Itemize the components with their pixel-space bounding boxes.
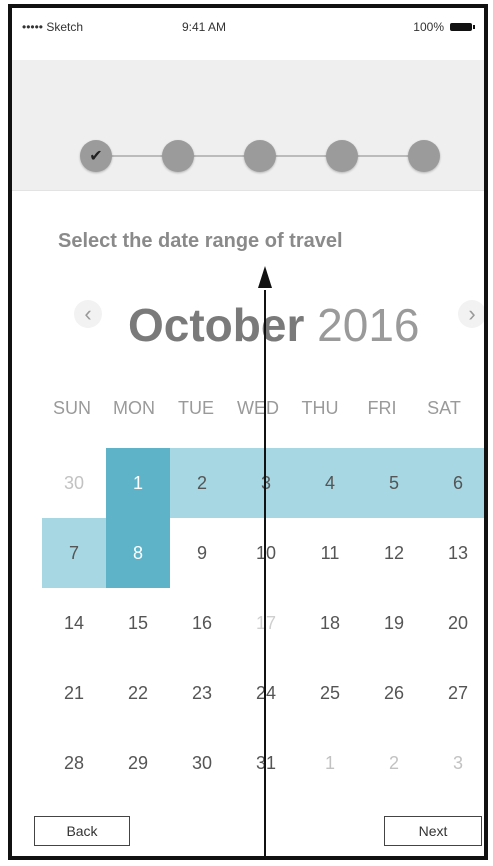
status-bar: ••••• Sketch 9:41 AM 100% bbox=[12, 8, 484, 60]
day-cell[interactable]: 30 bbox=[42, 448, 106, 518]
weekday-sun: SUN bbox=[52, 398, 91, 418]
weekday-wed: WED bbox=[237, 398, 279, 418]
battery: 100% bbox=[413, 20, 475, 34]
day-cell[interactable]: 16 bbox=[170, 588, 234, 658]
day-cell[interactable]: 19 bbox=[362, 588, 426, 658]
step-1-check-icon: ✔ bbox=[80, 140, 112, 172]
day-cell[interactable]: 28 bbox=[42, 728, 106, 798]
step-4 bbox=[326, 140, 358, 172]
day-cell-range[interactable]: 6 bbox=[426, 448, 484, 518]
day-cell[interactable]: 26 bbox=[362, 658, 426, 728]
annotation-arrow bbox=[264, 290, 266, 856]
month-label: October bbox=[128, 299, 305, 351]
day-cell-range[interactable]: 4 bbox=[298, 448, 362, 518]
day-cell[interactable]: 21 bbox=[42, 658, 106, 728]
status-time: 9:41 AM bbox=[182, 20, 227, 34]
weekday-header: SUN MON TUE WED THU FRI SAT bbox=[12, 398, 484, 419]
phone-frame: ••••• Sketch 9:41 AM 100% ✔ Select the d… bbox=[8, 4, 488, 860]
annotation-arrow-head bbox=[258, 266, 272, 288]
day-cell[interactable]: 13 bbox=[426, 518, 484, 588]
day-cell[interactable]: 12 bbox=[362, 518, 426, 588]
year-label: 2016 bbox=[317, 299, 420, 351]
step-5 bbox=[408, 140, 440, 172]
day-cell[interactable]: 31 bbox=[234, 728, 298, 798]
day-cell-selected-start[interactable]: 1 bbox=[106, 448, 170, 518]
step-indicator: ✔ bbox=[80, 140, 440, 172]
day-cell[interactable]: 2 bbox=[362, 728, 426, 798]
day-cell[interactable]: 9 bbox=[170, 518, 234, 588]
day-cell[interactable]: 29 bbox=[106, 728, 170, 798]
weekday-sat: SAT bbox=[427, 398, 461, 418]
day-cell[interactable]: 10 bbox=[234, 518, 298, 588]
day-cell[interactable]: 25 bbox=[298, 658, 362, 728]
next-button[interactable]: Next bbox=[384, 816, 482, 846]
day-cell[interactable]: 1 bbox=[298, 728, 362, 798]
day-cell[interactable]: 3 bbox=[426, 728, 484, 798]
battery-percent: 100% bbox=[413, 20, 444, 34]
day-cell[interactable]: 18 bbox=[298, 588, 362, 658]
day-cell-range[interactable]: 5 bbox=[362, 448, 426, 518]
weekday-mon: MON bbox=[113, 398, 155, 418]
day-cell-range[interactable]: 2 bbox=[170, 448, 234, 518]
day-cell-range[interactable]: 3 bbox=[234, 448, 298, 518]
weekday-tue: TUE bbox=[178, 398, 214, 418]
weekday-thu: THU bbox=[301, 398, 339, 418]
weekday-fri: FRI bbox=[367, 398, 397, 418]
day-cell[interactable]: 20 bbox=[426, 588, 484, 658]
carrier-label: ••••• Sketch bbox=[22, 20, 84, 34]
step-3 bbox=[244, 140, 276, 172]
day-cell-selected-end[interactable]: 8 bbox=[106, 518, 170, 588]
step-2 bbox=[162, 140, 194, 172]
day-cell[interactable]: 22 bbox=[106, 658, 170, 728]
chevron-left-icon[interactable]: ‹ bbox=[74, 300, 102, 328]
progress-bar: ✔ bbox=[12, 60, 484, 191]
day-cell[interactable]: 23 bbox=[170, 658, 234, 728]
day-cell[interactable]: 11 bbox=[298, 518, 362, 588]
day-cell[interactable]: 27 bbox=[426, 658, 484, 728]
month-year-title: October 2016 bbox=[128, 298, 420, 352]
chevron-right-icon[interactable]: › bbox=[458, 300, 484, 328]
day-cell[interactable]: 17 bbox=[234, 588, 298, 658]
day-cell-range[interactable]: 7 bbox=[42, 518, 106, 588]
day-cell[interactable]: 15 bbox=[106, 588, 170, 658]
back-button[interactable]: Back bbox=[34, 816, 130, 846]
battery-icon bbox=[450, 23, 475, 31]
day-cell[interactable]: 24 bbox=[234, 658, 298, 728]
instruction-text: Select the date range of travel bbox=[58, 230, 343, 252]
day-cell[interactable]: 14 bbox=[42, 588, 106, 658]
day-cell[interactable]: 30 bbox=[170, 728, 234, 798]
